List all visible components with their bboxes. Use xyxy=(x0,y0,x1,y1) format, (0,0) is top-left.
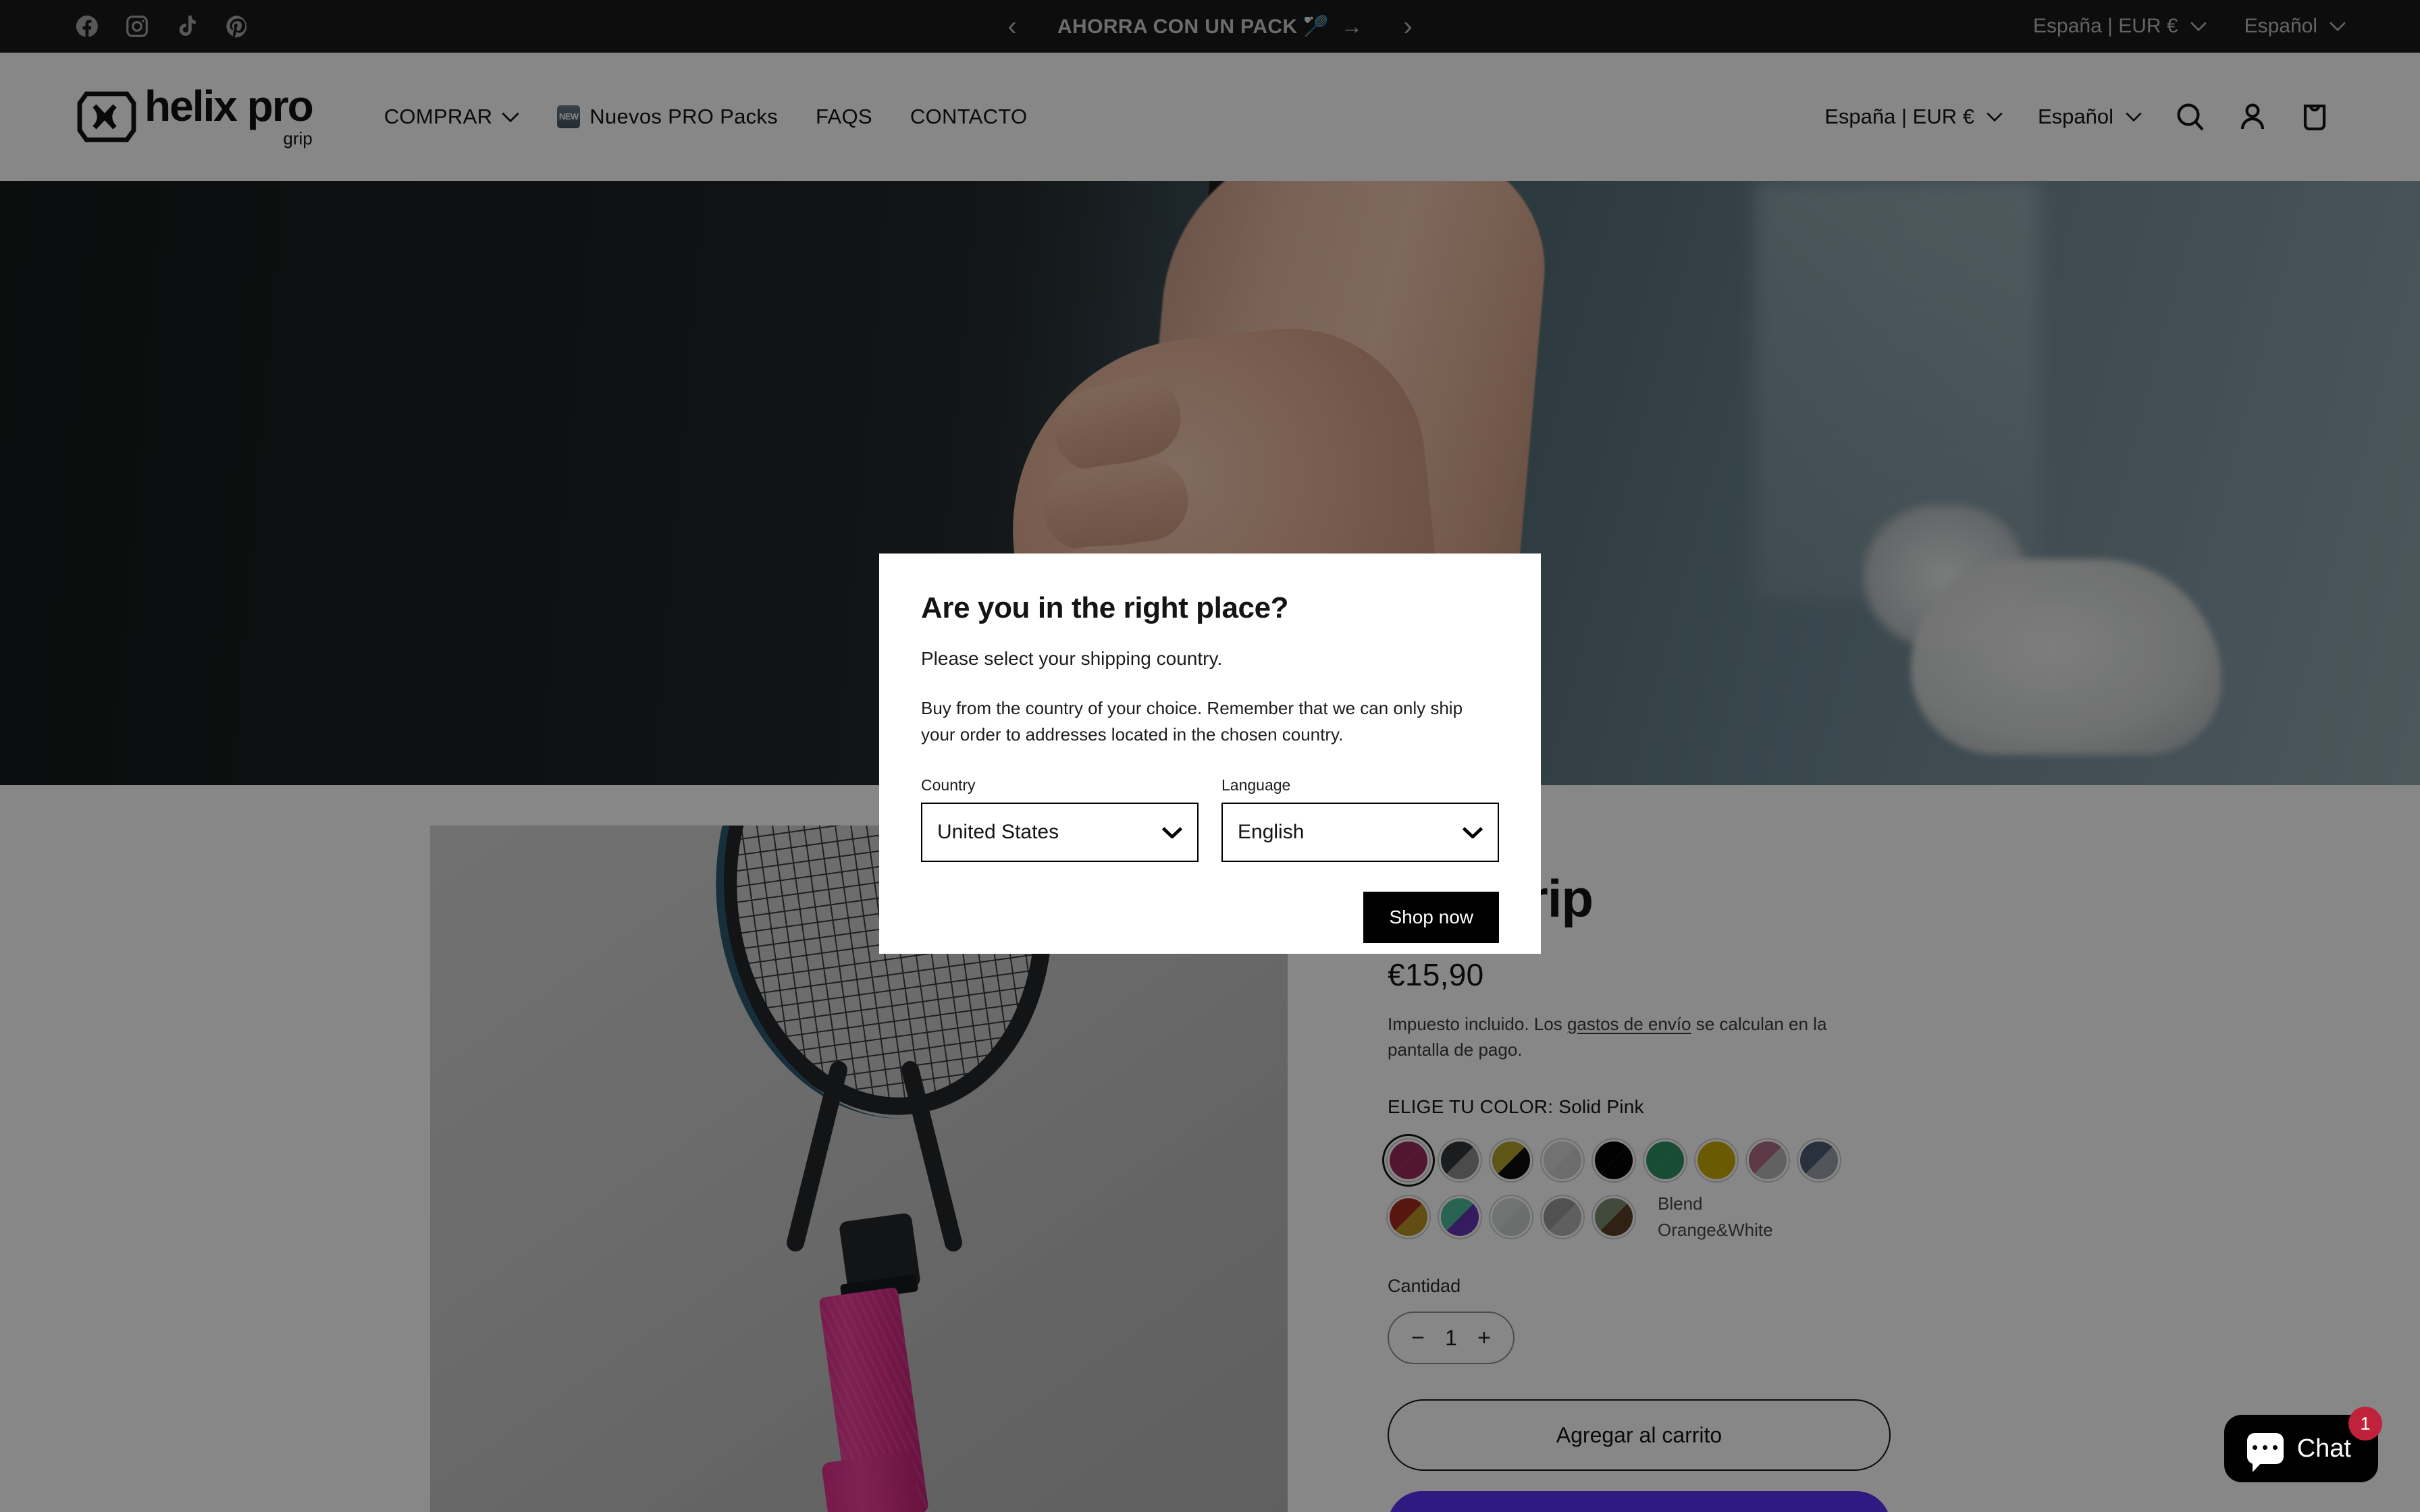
shopify-chat-widget[interactable]: Chat 1 xyxy=(2224,1407,2382,1482)
modal-title: Are you in the right place? xyxy=(921,591,1289,624)
language-select-value: English xyxy=(1238,821,1305,843)
chat-unread-badge: 1 xyxy=(2348,1407,2382,1440)
chevron-down-icon xyxy=(1162,827,1182,838)
country-select[interactable]: United States xyxy=(921,803,1199,862)
shop-now-button[interactable]: Shop now xyxy=(1363,892,1499,943)
country-field: Country United States xyxy=(921,776,1199,862)
chat-bubble-icon xyxy=(2246,1433,2284,1472)
country-field-label: Country xyxy=(921,776,976,794)
modal-fields: Country United States Language English xyxy=(921,776,1499,862)
country-select-value: United States xyxy=(937,821,1059,843)
chat-label: Chat xyxy=(2296,1434,2351,1463)
language-select[interactable]: English xyxy=(1221,803,1499,862)
country-selector-modal: Are you in the right place? Please selec… xyxy=(879,554,1541,954)
page-root: Pro Grip €15,90 Impuesto incluido. Los g… xyxy=(0,0,2420,1512)
language-field-label: Language xyxy=(1221,776,1291,794)
modal-actions: Shop now xyxy=(921,892,1499,943)
language-field: Language English xyxy=(1221,776,1499,862)
chevron-down-icon xyxy=(1463,827,1483,838)
modal-body-text: Buy from the country of your choice. Rem… xyxy=(921,698,1463,745)
modal-subtitle: Please select your shipping country. xyxy=(921,648,1223,669)
